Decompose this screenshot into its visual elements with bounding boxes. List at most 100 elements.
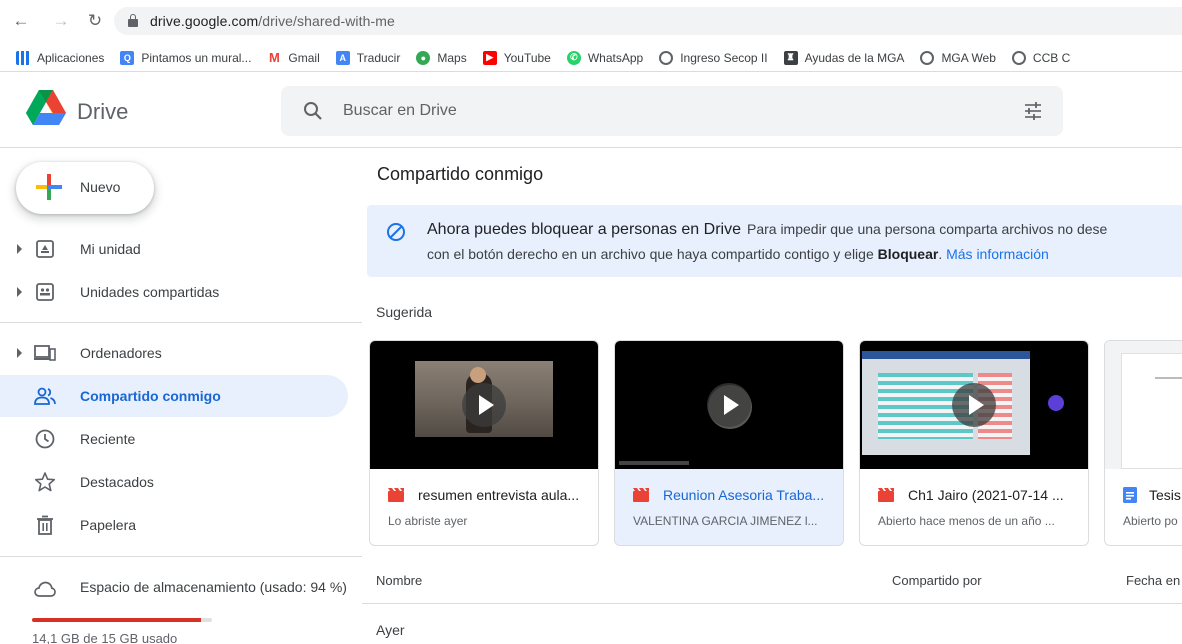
expand-caret-icon[interactable] [17,287,22,297]
translate-icon: A [335,50,350,65]
sidebar-item-recent[interactable]: Reciente [0,418,348,460]
suggested-file-card[interactable]: Tesis Abierto po [1104,340,1182,546]
drive-logo-icon[interactable] [26,90,66,126]
globe-icon [659,50,674,65]
bookmark-item[interactable]: Aplicaciones [16,50,105,65]
video-file-icon [878,488,894,502]
forward-arrow-icon[interactable]: → [50,10,72,32]
qualtrics-icon: Q [120,50,135,65]
learn-more-link[interactable]: Más información [946,246,1049,262]
bookmark-label: YouTube [503,50,551,65]
computers-icon [34,345,56,361]
url-text[interactable]: drive.google.com/drive/shared-with-me [150,13,395,29]
search-input[interactable]: Buscar en Drive [343,102,457,120]
search-options-icon[interactable] [1023,101,1043,121]
storage-label[interactable]: Espacio de almacenamiento (usado: 94 %) [80,579,347,595]
date-group-label: Ayer [376,622,405,638]
browser-toolbar: ← → ↻ drive.google.com/drive/shared-with… [0,0,1182,44]
cloud-icon [34,581,56,597]
file-title: resumen entrevista aula... [418,487,580,503]
bookmarks-bar: Aplicaciones Q Pintamos un mural... M Gmail A… [0,44,1182,72]
suggested-file-card[interactable]: Ch1 Jairo (2021-07-14 ... Abierto hace m… [859,340,1089,546]
expand-caret-icon[interactable] [17,244,22,254]
bookmark-label: Ingreso Secop II [680,50,768,65]
sidebar-divider [0,322,362,323]
reload-icon[interactable]: ↻ [84,10,106,32]
address-bar[interactable]: drive.google.com/drive/shared-with-me [114,7,1182,35]
bookmark-item[interactable]: Ingreso Secop II [659,50,768,65]
maps-pin-icon: ● [416,50,431,65]
sidebar-item-label: Mi unidad [80,241,141,257]
main-content: Compartido conmigo Ahora puedes bloquear… [362,148,1182,644]
file-subtitle: Abierto hace menos de un año ... [878,514,1055,528]
bookmark-item[interactable]: ▶ YouTube [482,50,551,65]
new-button[interactable]: Nuevo [16,162,154,214]
suggested-section-label: Sugerida [376,304,433,320]
column-shared-by[interactable]: Compartido por [892,573,982,588]
file-thumbnail [1105,341,1182,469]
sidebar-item-computers[interactable]: Ordenadores [0,332,348,374]
docs-file-icon [1123,487,1137,503]
bookmark-item[interactable]: Q Pintamos un mural... [120,50,252,65]
file-subtitle: VALENTINA GARCIA JIMENEZ l... [633,514,818,528]
sidebar-item-shared-drives[interactable]: Unidades compartidas [0,271,348,313]
lock-icon [128,14,138,27]
bookmark-item[interactable]: CCB C [1011,50,1070,65]
storage-progress-bar [32,618,212,622]
shield-crest-icon: ♜ [783,50,798,65]
bookmark-label: Aplicaciones [37,50,105,65]
apps-grid-icon [16,50,30,65]
sidebar: Nuevo Mi unidad Unidades compartidas Ord… [0,148,362,644]
trash-icon [37,515,53,535]
people-icon [34,387,56,405]
banner-body: con el botón derecho en un archivo que h… [427,246,874,262]
bookmark-label: Maps [437,50,467,65]
sidebar-item-shared-with-me[interactable]: Compartido conmigo [0,375,348,417]
sidebar-item-label: Compartido conmigo [80,388,221,404]
bookmark-item[interactable]: ● Maps [416,50,467,65]
page-title[interactable]: Compartido conmigo [377,164,543,185]
gmail-icon: M [267,50,282,65]
star-icon [34,472,56,492]
bookmark-item[interactable]: MGA Web [920,50,996,65]
bookmark-item[interactable]: M Gmail [267,50,320,65]
sidebar-item-trash[interactable]: Papelera [0,504,348,546]
sidebar-item-starred[interactable]: Destacados [0,461,348,503]
bookmark-item[interactable]: A Traducir [335,50,400,65]
expand-caret-icon[interactable] [17,348,22,358]
column-date[interactable]: Fecha en [1126,573,1180,588]
column-name[interactable]: Nombre [376,573,422,588]
suggested-file-card[interactable]: Reunion Asesoria Traba... VALENTINA GARC… [614,340,844,546]
file-title: Reunion Asesoria Traba... [663,487,825,503]
search-icon[interactable] [303,101,323,121]
globe-icon [1011,50,1026,65]
sidebar-item-label: Reciente [80,431,136,447]
file-subtitle: Abierto po [1123,514,1178,528]
play-icon [462,383,506,427]
app-name[interactable]: Drive [77,99,128,125]
sidebar-item-my-drive[interactable]: Mi unidad [0,228,348,270]
suggested-file-card[interactable]: resumen entrevista aula... Lo abriste ay… [369,340,599,546]
sidebar-item-label: Ordenadores [80,345,162,361]
banner-block-word: Bloquear [877,246,939,262]
sidebar-item-label: Unidades compartidas [80,284,220,300]
sidebar-item-label: Papelera [80,517,137,533]
file-thumbnail [370,341,598,469]
banner-text-line2: con el botón derecho en un archivo que h… [427,246,1049,262]
block-icon [387,223,405,241]
bookmark-label: WhatsApp [587,50,644,65]
back-arrow-icon[interactable]: ← [10,10,32,32]
youtube-icon: ▶ [482,50,497,65]
bookmark-label: Pintamos un mural... [141,50,252,65]
storage-progress-fill [32,618,202,622]
sidebar-divider [0,556,362,557]
play-icon [952,383,996,427]
bookmark-item[interactable]: ♜ Ayudas de la MGA [783,50,904,65]
bookmark-item[interactable]: ✆ WhatsApp [566,50,644,65]
search-box[interactable]: Buscar en Drive [281,86,1063,136]
file-title: Ch1 Jairo (2021-07-14 ... [908,487,1064,503]
storage-usage-text: 14,1 GB de 15 GB usado [32,631,178,644]
sidebar-item-label: Destacados [80,474,154,490]
video-file-icon [388,488,404,502]
drive-header: Drive Buscar en Drive [0,72,1182,148]
